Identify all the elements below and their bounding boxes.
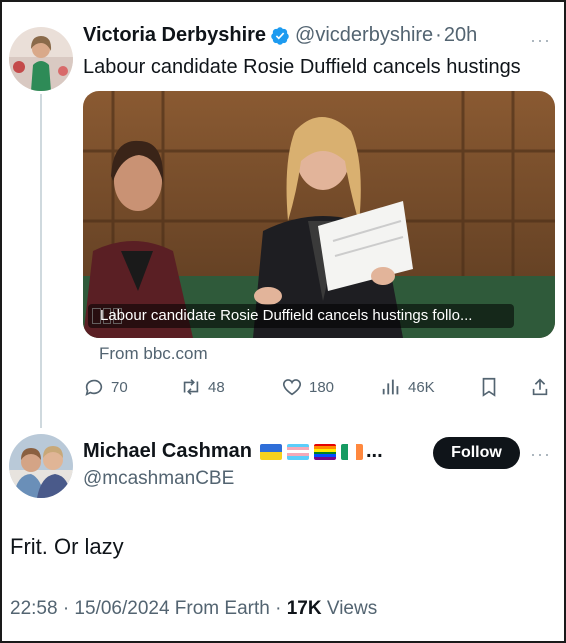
author-handle[interactable]: @vicderbyshire [295,24,433,47]
reply-button[interactable]: 70 [83,376,128,398]
rainbow-flag-icon [313,443,336,460]
link-source[interactable]: From bbc.com [99,344,208,364]
share-button[interactable] [529,376,557,398]
tweet-timestamp[interactable]: 22:58 · 15/06/2024 From Earth [10,598,270,619]
ireland-flag-icon [340,443,363,460]
heart-icon [282,379,302,396]
bar-chart-icon [382,379,399,395]
name-truncation: ... [365,440,383,462]
link-card-image[interactable] [83,91,555,338]
quoted-tweet-header: Victoria Derbyshire @vicderbyshire · 20h [83,24,477,47]
name-flags [259,443,363,460]
separator-dot: · [435,24,442,46]
repost-count: 48 [208,378,225,396]
more-options-icon[interactable]: ··· [530,30,551,51]
reply-count: 70 [111,378,128,396]
repost-icon [183,379,199,395]
michael-avatar[interactable] [9,434,73,498]
author-handle[interactable]: @mcashmanCBE [83,468,234,490]
victoria-avatar[interactable] [9,27,73,91]
follow-button[interactable]: Follow [433,437,520,469]
author-name[interactable]: Michael Cashman [83,440,252,463]
tweet-actions: 70 48 180 46K [83,376,553,402]
timestamp[interactable]: 20h [444,24,477,47]
author-name[interactable]: Victoria Derbyshire [83,24,266,47]
thread-line [40,94,42,428]
trans-flag-icon [286,443,309,460]
views-label: Views [326,598,378,619]
verified-badge-icon [271,26,289,45]
meta-separator: · [275,598,282,619]
views-count: 46K [408,378,435,396]
more-options-icon[interactable]: ··· [530,444,551,465]
like-button[interactable]: 180 [281,376,334,398]
quoted-tweet-text: Labour candidate Rosie Duffield cancels … [83,56,521,78]
link-card-caption[interactable]: Labour candidate Rosie Duffield cancels … [88,304,514,328]
bookmark-icon [482,377,496,397]
tweet-meta: 22:58 · 15/06/2024 From Earth · 17K View… [10,598,377,620]
views-count: 17K [286,598,322,619]
tweet-header: Michael Cashman ... [83,440,383,463]
repost-button[interactable]: 48 [180,376,225,398]
views-button[interactable]: 46K [380,376,435,398]
like-count: 180 [309,378,335,396]
share-icon [532,378,548,396]
reply-icon [85,379,103,396]
tweet-text: Frit. Or lazy [10,534,124,559]
ukraine-flag-icon [259,443,282,460]
bookmark-button[interactable] [478,376,506,398]
